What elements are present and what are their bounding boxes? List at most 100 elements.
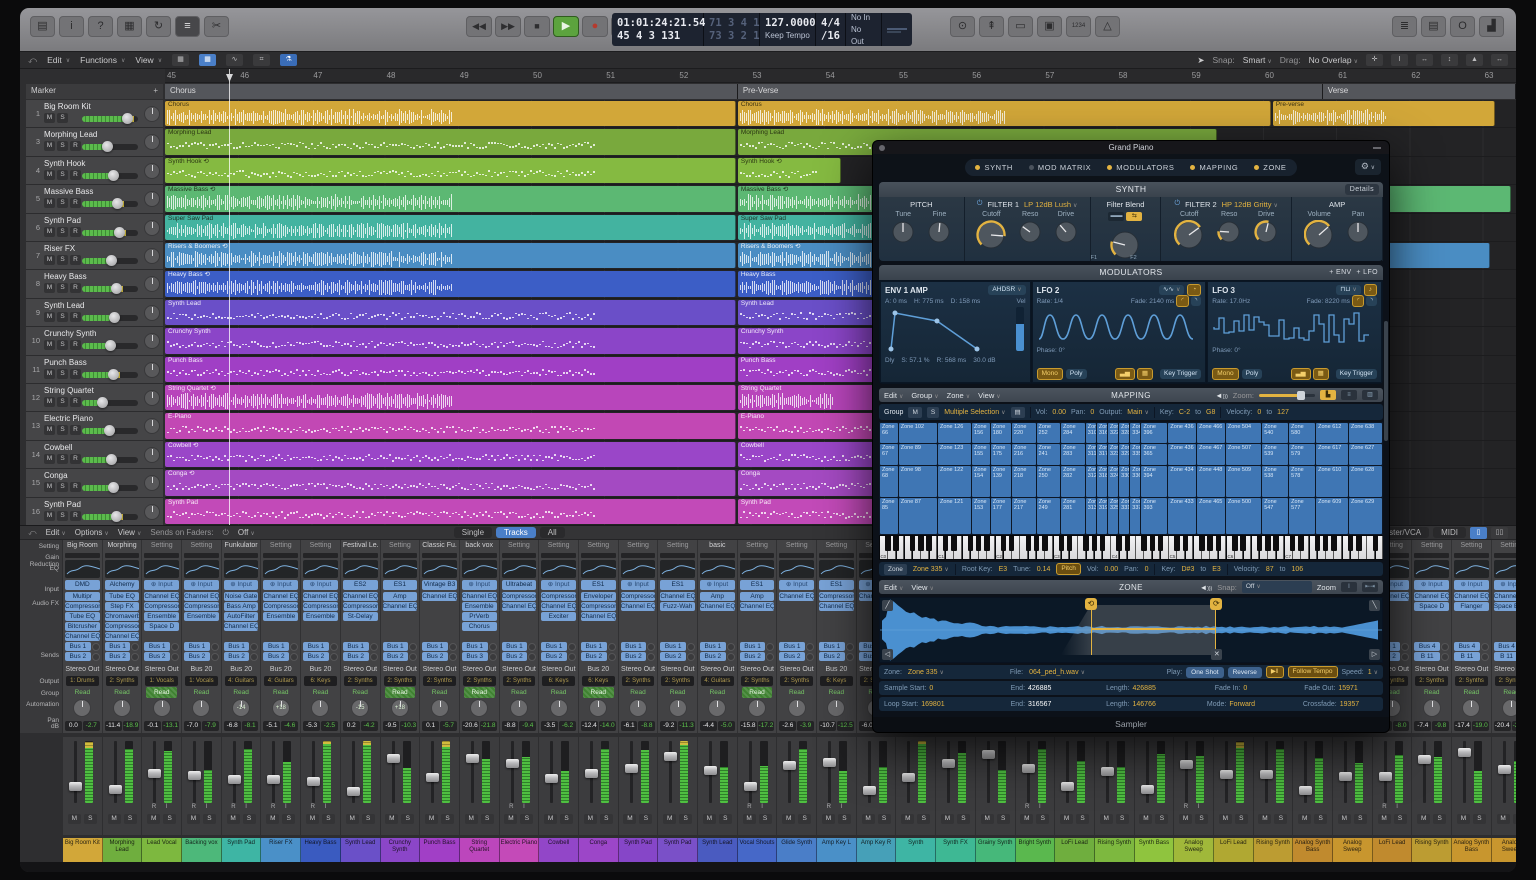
send-slot[interactable]: Bus 1 <box>422 642 448 651</box>
fader-rail[interactable] <box>1344 741 1347 803</box>
zone-cell[interactable]: Zone 507 <box>1226 444 1261 464</box>
zone-cell[interactable]: Zone 579 <box>1289 444 1315 464</box>
zone-cell[interactable]: Zone 329 <box>1119 444 1129 464</box>
send-knob[interactable] <box>1441 643 1449 651</box>
plugin-tab-mod-matrix[interactable]: MOD MATRIX <box>1029 163 1091 172</box>
zone-cell[interactable]: Zone 284 <box>1061 423 1085 443</box>
replace-icon[interactable]: ▭ <box>1008 16 1033 37</box>
channel-name-label[interactable]: Synth Lead <box>698 838 738 862</box>
region-cowbell[interactable]: Cowbell ⟲ <box>165 442 736 467</box>
fade-out-handle[interactable]: ╲ <box>1369 600 1380 611</box>
automation-mode[interactable]: Read <box>1496 687 1516 698</box>
zone-cell[interactable]: Zone 122 <box>938 466 971 497</box>
send-knob[interactable] <box>608 653 616 661</box>
fader-rail[interactable] <box>114 741 117 803</box>
record-enable-button[interactable]: R <box>70 141 81 151</box>
group-slot[interactable]: 4: Guitars <box>225 676 258 686</box>
automation-mode[interactable]: Read <box>742 687 773 698</box>
fader-cap[interactable] <box>347 787 360 796</box>
send-slot[interactable]: Bus 2 <box>700 652 726 661</box>
send-knob[interactable] <box>846 643 854 651</box>
env-velocity-slider[interactable] <box>1016 307 1024 351</box>
record-enable-button[interactable]: R <box>70 482 81 492</box>
mute-button[interactable]: M <box>147 814 160 824</box>
solo-icon[interactable]: ▣ <box>1037 16 1062 37</box>
plugin-scrollbar[interactable] <box>1384 321 1388 441</box>
channel-name-label[interactable]: Punch Bass <box>420 838 460 862</box>
volume-slider-thumb[interactable] <box>111 511 122 522</box>
send-knob[interactable] <box>687 643 695 651</box>
track-pan-knob[interactable] <box>144 276 160 292</box>
audio-fx-slot[interactable]: Ensemble <box>184 612 219 621</box>
mute-button[interactable]: M <box>187 814 200 824</box>
fader-cap[interactable] <box>1220 770 1233 779</box>
channel-name-label[interactable]: LoFi Lead <box>1055 838 1095 862</box>
add-lfo-button[interactable]: + LFO <box>1356 269 1378 276</box>
plugin-link-icon[interactable] <box>1373 147 1381 149</box>
fader-cap[interactable] <box>1458 748 1471 757</box>
input-slot[interactable]: ⊕ Input <box>263 580 298 590</box>
solo-button[interactable]: S <box>1433 814 1446 824</box>
solo-button[interactable]: S <box>1155 814 1168 824</box>
grid-view-icon[interactable]: ▦ <box>172 54 189 66</box>
send-slot[interactable]: Bus 2 <box>65 652 91 661</box>
sample-value[interactable]: 426885 <box>1028 685 1051 692</box>
zone-mapping-grid[interactable]: Zone 66Zone 102Zone 126Zone 156Zone 180Z… <box>879 422 1383 535</box>
fade-in-icon[interactable]: ◜ <box>1352 295 1365 307</box>
fader-rail[interactable] <box>74 741 77 803</box>
track-pan-knob[interactable] <box>144 504 160 520</box>
record-input-buttons[interactable]: R I <box>222 804 261 810</box>
input-slot[interactable]: ⊕ Input <box>541 580 576 590</box>
audio-fx-slot[interactable]: Compressor <box>343 602 378 611</box>
mute-button[interactable]: M <box>44 511 55 521</box>
audio-fx-slot[interactable]: Channel EQ <box>541 602 576 611</box>
audio-fx-slot[interactable]: Compressor <box>819 592 854 601</box>
zone-cell[interactable]: Zone 218 <box>1012 466 1036 497</box>
send-knob[interactable] <box>766 653 774 661</box>
record-input-buttons[interactable]: R I <box>738 804 777 810</box>
record-enable-button[interactable]: R <box>70 397 81 407</box>
mute-button[interactable]: M <box>44 198 55 208</box>
marker-chorus[interactable]: Chorus <box>165 84 738 99</box>
group-slot[interactable]: 2: Synths <box>622 676 655 686</box>
channel-name-label[interactable]: Electric Piano <box>500 838 540 862</box>
group-slot[interactable]: 1: Vocals <box>185 676 218 686</box>
solo-button[interactable]: S <box>1513 814 1516 824</box>
eq-thumbnail[interactable] <box>740 560 775 578</box>
output-slot[interactable]: Stereo Out <box>422 664 457 676</box>
send-knob[interactable] <box>330 643 338 651</box>
black-key[interactable] <box>1116 536 1121 551</box>
zone-cell[interactable]: Zone 330 <box>1119 466 1129 497</box>
mute-button[interactable]: M <box>1100 814 1113 824</box>
pan-knob[interactable] <box>740 698 775 720</box>
loop-close-icon[interactable]: ✕ <box>1211 649 1222 660</box>
pan-knob-circle[interactable] <box>788 699 806 717</box>
output-slot[interactable]: Bus 20 <box>581 664 616 676</box>
black-key[interactable] <box>968 536 973 551</box>
solo-button[interactable]: S <box>57 454 68 464</box>
zone-cell[interactable]: Zone 98 <box>899 466 937 497</box>
loop-browser-icon[interactable]: ↻ <box>146 16 171 37</box>
black-key[interactable] <box>1100 536 1105 551</box>
input-slot[interactable]: ⊕ Input <box>779 580 814 590</box>
audio-fx-slot[interactable]: Channel EQ <box>303 592 338 601</box>
zone-cell[interactable]: Zone 155 <box>972 444 990 464</box>
master-level-icon[interactable]: ⇞ <box>979 16 1004 37</box>
note-pads-icon[interactable]: ▤ <box>1421 16 1446 37</box>
audio-fx-slot[interactable]: Channel EQ <box>422 592 457 601</box>
channel-name-label[interactable]: Rising Synth <box>1254 838 1294 862</box>
fader-rail[interactable] <box>669 741 672 803</box>
filter-type-select[interactable]: HP 12dB Gritty <box>1222 200 1278 209</box>
input-slot[interactable]: DMD <box>65 580 100 590</box>
channel-setting-button[interactable]: Festival Le... <box>343 540 378 552</box>
send-knob[interactable] <box>409 643 417 651</box>
send-slot[interactable]: Bus 1 <box>660 642 686 651</box>
audio-fx-slot[interactable]: Ensemble <box>144 612 179 621</box>
zone-cell[interactable]: Zone 310 <box>1086 423 1096 443</box>
input-slot[interactable]: ES2 <box>343 580 378 590</box>
audition-speaker-icon[interactable]: ◄))) <box>1215 391 1227 400</box>
black-key[interactable] <box>918 536 923 551</box>
knob-reso[interactable]: Reso <box>1018 211 1042 244</box>
mute-button[interactable]: M <box>1060 814 1073 824</box>
zone-cell[interactable]: Zone 365 <box>1141 444 1167 464</box>
